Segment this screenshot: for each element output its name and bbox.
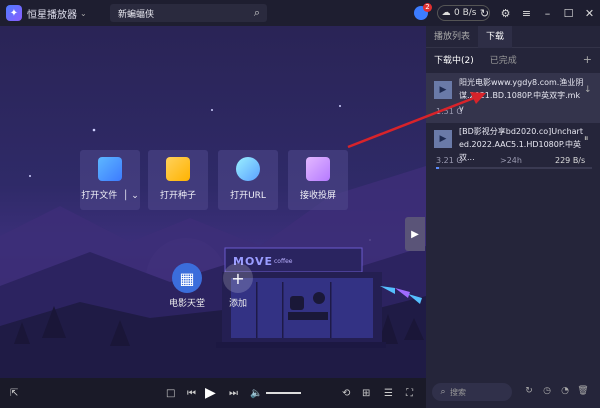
close-icon[interactable]: ✕ — [579, 7, 600, 20]
fullscreen-icon[interactable]: ⛶ — [406, 388, 413, 399]
film-icon: ▦ — [172, 263, 202, 293]
search-icon: ⌕ — [440, 387, 446, 397]
search-icon[interactable]: ⌕ — [247, 6, 267, 20]
star-link-icon — [236, 157, 260, 181]
app-name[interactable]: 恒星播放器 — [27, 6, 77, 21]
subtab-downloading[interactable]: 下载中(2) — [426, 53, 482, 66]
notification-badge: 2 — [423, 3, 432, 12]
sync-icon[interactable]: ↻ — [474, 7, 495, 20]
download-item[interactable]: ▶ [BD影视分享bd2020.co]Uncharted.2022.AAC5.1… — [426, 122, 600, 172]
download-rate: 229 B/s — [555, 156, 586, 165]
delete-icon[interactable]: 🗑 — [574, 386, 592, 396]
stop-icon[interactable]: □ — [166, 388, 175, 399]
minimize-icon[interactable]: – — [537, 7, 558, 20]
previous-icon[interactable]: ⏮ — [187, 388, 196, 399]
title-bar: ✦ 恒星播放器 ⌄ 新蝙蝠侠 ⌕ 2 ☁ 0 B/s ↻ ⚙ ≡ – ☐ ✕ — [0, 0, 600, 26]
open-file-label: 打开文件 │ ⌄ — [81, 191, 139, 201]
loop-icon[interactable]: ⟲ — [342, 388, 350, 399]
download-name: 阳光电影www.ygdy8.com.渔业阴谋.2021.BD.1080P.中英双… — [459, 78, 584, 113]
background-scene — [0, 105, 426, 378]
open-file-tile[interactable]: 打开文件 │ ⌄ — [80, 150, 140, 210]
open-url-tile[interactable]: 打开URL — [218, 150, 278, 210]
open-url-label: 打开URL — [230, 191, 266, 201]
menu-icon[interactable]: ≡ — [516, 7, 537, 20]
receive-cast-label: 接收投屏 — [299, 191, 336, 201]
refresh-icon[interactable]: ↻ — [520, 386, 538, 396]
side-panel: 播放列表 下载 下载中(2) 已完成 + ▶ 阳光电影www.ygdy8.com… — [426, 25, 600, 408]
settings-icon[interactable]: ⚙ — [495, 7, 516, 20]
sign-sub-text: coffee — [274, 258, 293, 265]
download-arrow-icon[interactable]: ↓ — [584, 85, 592, 95]
play-icon[interactable]: ▶ — [205, 385, 216, 401]
search-input[interactable]: 新蝙蝠侠 — [118, 7, 247, 20]
panel-search[interactable]: ⌕ 搜索 — [432, 383, 512, 401]
panel-actions: ↻ ◷ ◔ 🗑 — [520, 386, 592, 396]
download-item[interactable]: ▶ 阳光电影www.ygdy8.com.渔业阴谋.2021.BD.1080P.中… — [426, 73, 600, 123]
download-size: 1.51 G — [436, 107, 463, 116]
tab-playlist[interactable]: 播放列表 — [426, 26, 478, 48]
panel-tabs: 播放列表 下载 — [426, 25, 600, 48]
player-controls: ⇱ □ ⏮ ▶ ⏭ 🔈 ⟲ ⊞ ☰ ⛶ — [0, 378, 426, 408]
playlist-icon[interactable]: ☰ — [384, 388, 393, 399]
add-label: 添加 — [228, 299, 247, 309]
download-progress-fill — [436, 167, 440, 169]
search-box[interactable]: 新蝙蝠侠 ⌕ — [110, 4, 267, 22]
download-size: 3.21 G — [436, 156, 463, 165]
window-controls: ↻ ⚙ ≡ – ☐ ✕ — [474, 0, 600, 26]
volume-slider[interactable] — [266, 392, 301, 394]
main-stage: MOVE coffee 打开文件 │ ⌄ 打开种子 打开URL 接收投屏 ▦ 电… — [0, 26, 426, 378]
subtab-completed[interactable]: 已完成 — [482, 53, 525, 66]
download-subtabs: 下载中(2) 已完成 + — [426, 48, 600, 70]
panel-toggle-button[interactable]: ▶ — [405, 217, 425, 251]
video-file-icon: ▶ — [434, 81, 452, 99]
download-progress-bar — [436, 167, 592, 169]
tab-download[interactable]: 下载 — [478, 25, 513, 48]
screen-cast-icon — [306, 157, 330, 181]
pause-icon[interactable]: ⏸ — [584, 134, 589, 144]
maximize-icon[interactable]: ☐ — [558, 7, 579, 20]
cloud-download-icon: ☁ — [441, 8, 451, 18]
folder-icon — [98, 157, 122, 181]
next-icon[interactable]: ⏭ — [229, 388, 238, 399]
add-shortcut[interactable]: + 添加 — [223, 263, 253, 309]
speed-icon[interactable]: ◔ — [556, 386, 574, 396]
volume-icon[interactable]: 🔈 — [250, 388, 262, 399]
video-file-icon: ▶ — [434, 130, 452, 148]
movie-heaven-label: 电影天堂 — [169, 299, 206, 309]
history-icon[interactable]: ◷ — [538, 386, 556, 396]
open-icon[interactable]: ⇱ — [10, 388, 18, 399]
toolbox-icon[interactable]: ⊞ — [362, 388, 370, 399]
movie-heaven-shortcut[interactable]: ▦ 电影天堂 — [169, 263, 205, 309]
chevron-down-icon[interactable]: ⌄ — [80, 9, 87, 18]
download-eta: >24h — [500, 156, 522, 165]
open-torrent-label: 打开种子 — [159, 191, 196, 201]
add-task-icon[interactable]: + — [583, 53, 592, 66]
open-torrent-tile[interactable]: 打开种子 — [148, 150, 208, 210]
app-logo-icon: ✦ — [6, 5, 22, 21]
receive-cast-tile[interactable]: 接收投屏 — [288, 150, 348, 210]
panel-search-input[interactable]: 搜索 — [450, 387, 466, 398]
plus-icon: + — [223, 263, 253, 293]
torrent-icon — [166, 157, 190, 181]
